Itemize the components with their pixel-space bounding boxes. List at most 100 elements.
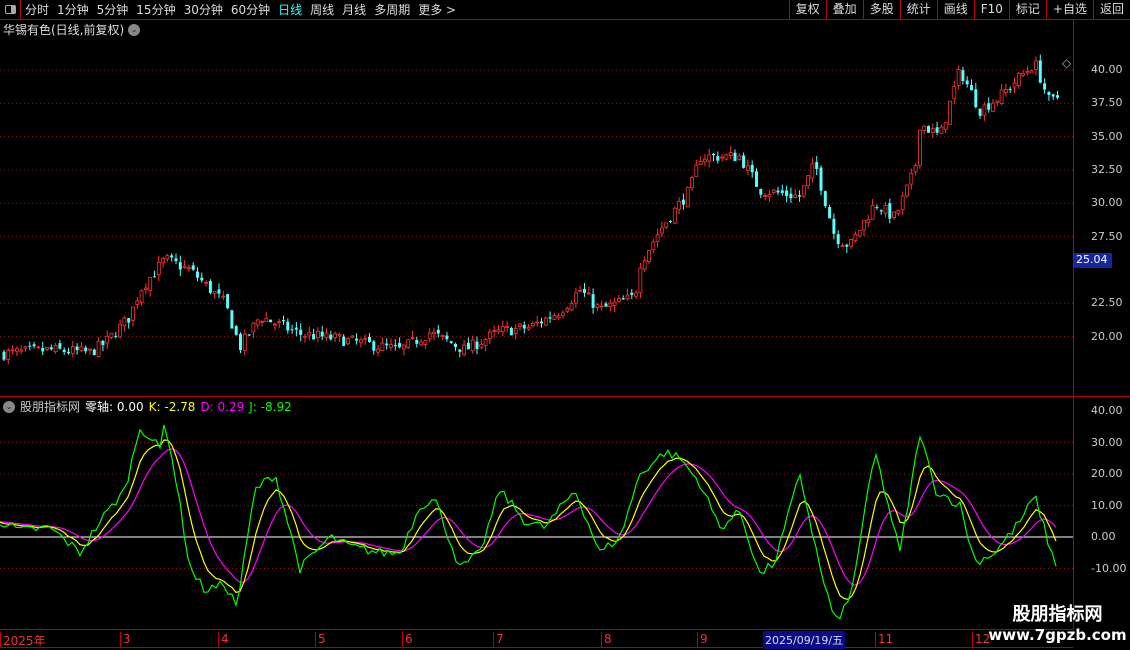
candle-down xyxy=(294,327,298,330)
indicator-chart[interactable] xyxy=(0,414,1073,628)
candle-down xyxy=(312,334,316,340)
toolbar-button[interactable]: 叠加 xyxy=(825,0,863,19)
candle-up xyxy=(763,194,767,197)
toolbar-button[interactable]: 复权 xyxy=(788,0,826,19)
candle-down xyxy=(780,190,784,194)
candle-down xyxy=(415,339,419,344)
period-tab[interactable]: 60分钟 xyxy=(227,1,274,18)
candle-down xyxy=(196,271,199,278)
k-legend: K: -2.78 xyxy=(148,399,196,414)
indicator-name[interactable]: 股朋指标网 xyxy=(20,398,80,415)
candle-up xyxy=(186,267,191,270)
period-tab[interactable]: 日线 xyxy=(274,1,306,18)
candle-down xyxy=(200,277,204,281)
period-tab[interactable]: 多周期 xyxy=(370,1,414,18)
candle-up xyxy=(617,298,621,302)
candle-up xyxy=(634,292,638,297)
candle-down xyxy=(67,351,70,354)
panel-toggle-icon[interactable] xyxy=(0,0,21,19)
candle-up xyxy=(470,339,475,352)
candle-down xyxy=(974,89,978,108)
candle-up xyxy=(999,89,1004,104)
candle-up xyxy=(655,234,660,242)
candle-up xyxy=(406,339,411,348)
toolbar-button[interactable]: 画线 xyxy=(936,0,974,19)
price-chart[interactable]: ◇ xyxy=(0,37,1073,395)
chevron-down-icon[interactable]: ⌄ xyxy=(3,400,15,413)
price-tick: 20.00 xyxy=(1091,329,1123,343)
candle-up xyxy=(918,129,922,166)
period-tab[interactable]: 月线 xyxy=(338,1,370,18)
candle-up xyxy=(109,332,114,338)
toolbar-button[interactable]: 多股 xyxy=(862,0,900,19)
candle-down xyxy=(733,152,737,162)
candle-up xyxy=(36,346,41,349)
candle-up xyxy=(552,315,557,320)
candle-down xyxy=(84,347,88,352)
divider xyxy=(0,396,1130,397)
candle-up xyxy=(346,337,350,345)
candle-down xyxy=(230,310,234,329)
candle-down xyxy=(92,349,96,355)
period-tab[interactable]: 分时 xyxy=(21,1,53,18)
candle-up xyxy=(922,125,927,132)
candle-up xyxy=(561,312,565,316)
period-tab[interactable]: 1分钟 xyxy=(53,1,93,18)
candle-down xyxy=(1043,83,1047,90)
candle-down xyxy=(1047,91,1051,95)
candle-up xyxy=(543,317,548,326)
candle-up xyxy=(255,319,260,326)
candle-up xyxy=(380,342,385,351)
candle-up xyxy=(479,343,484,348)
price-tick: 40.00 xyxy=(1091,63,1123,76)
candle-up xyxy=(737,155,742,160)
price-tick: 27.50 xyxy=(1091,229,1123,243)
candle-down xyxy=(247,334,251,336)
candle-down xyxy=(355,338,359,341)
candle-down xyxy=(208,281,212,293)
candle-down xyxy=(785,190,789,197)
stock-title: 华锡有色(日线,前复权) xyxy=(3,23,125,37)
candle-up xyxy=(358,339,363,344)
chevron-down-icon[interactable]: ⌄ xyxy=(128,23,141,36)
candle-down xyxy=(712,153,715,156)
period-tab[interactable]: 30分钟 xyxy=(180,1,227,18)
candle-down xyxy=(320,331,324,337)
candle-up xyxy=(578,289,583,292)
candle-up xyxy=(862,220,866,231)
period-tab[interactable]: 5分钟 xyxy=(93,1,133,18)
candle-up xyxy=(694,164,699,177)
candle-down xyxy=(101,340,105,346)
date-axis: 2025年 3 4 5 6 7 8 9 11 12 2025/09/19/五 xyxy=(0,629,1073,649)
candle-down xyxy=(28,345,32,347)
candle-down xyxy=(32,344,36,347)
toolbar-button[interactable]: 标记 xyxy=(1008,0,1046,19)
candle-up xyxy=(586,292,591,295)
candle-down xyxy=(41,347,45,352)
candle-up xyxy=(401,344,406,350)
period-tab[interactable]: 更多 > xyxy=(414,1,460,18)
candle-up xyxy=(1021,73,1025,76)
right-axis: 40.00 37.50 35.00 32.50 30.00 27.50 22.50 20.00… xyxy=(1073,20,1130,630)
candle-up xyxy=(88,348,92,351)
candle-down xyxy=(114,335,118,337)
candle-up xyxy=(677,200,681,210)
candle-down xyxy=(832,218,836,234)
candle-down xyxy=(62,349,66,353)
toolbar-button[interactable]: F10 xyxy=(973,0,1009,19)
toolbar-button[interactable]: 统计 xyxy=(899,0,937,19)
date-label: 5 xyxy=(315,632,326,648)
candle-up xyxy=(148,277,153,291)
candle-up xyxy=(492,330,497,332)
date-label: 8 xyxy=(601,632,612,648)
candle-up xyxy=(556,315,561,319)
candle-up xyxy=(849,239,853,247)
candle-down xyxy=(522,324,526,329)
toolbar-button[interactable]: 返回 xyxy=(1092,0,1130,19)
candle-up xyxy=(487,331,492,339)
period-tab[interactable]: 15分钟 xyxy=(132,1,179,18)
period-tab[interactable]: 周线 xyxy=(306,1,338,18)
candle-down xyxy=(234,326,238,335)
candle-up xyxy=(905,184,909,197)
toolbar-button[interactable]: +自选 xyxy=(1045,0,1093,19)
